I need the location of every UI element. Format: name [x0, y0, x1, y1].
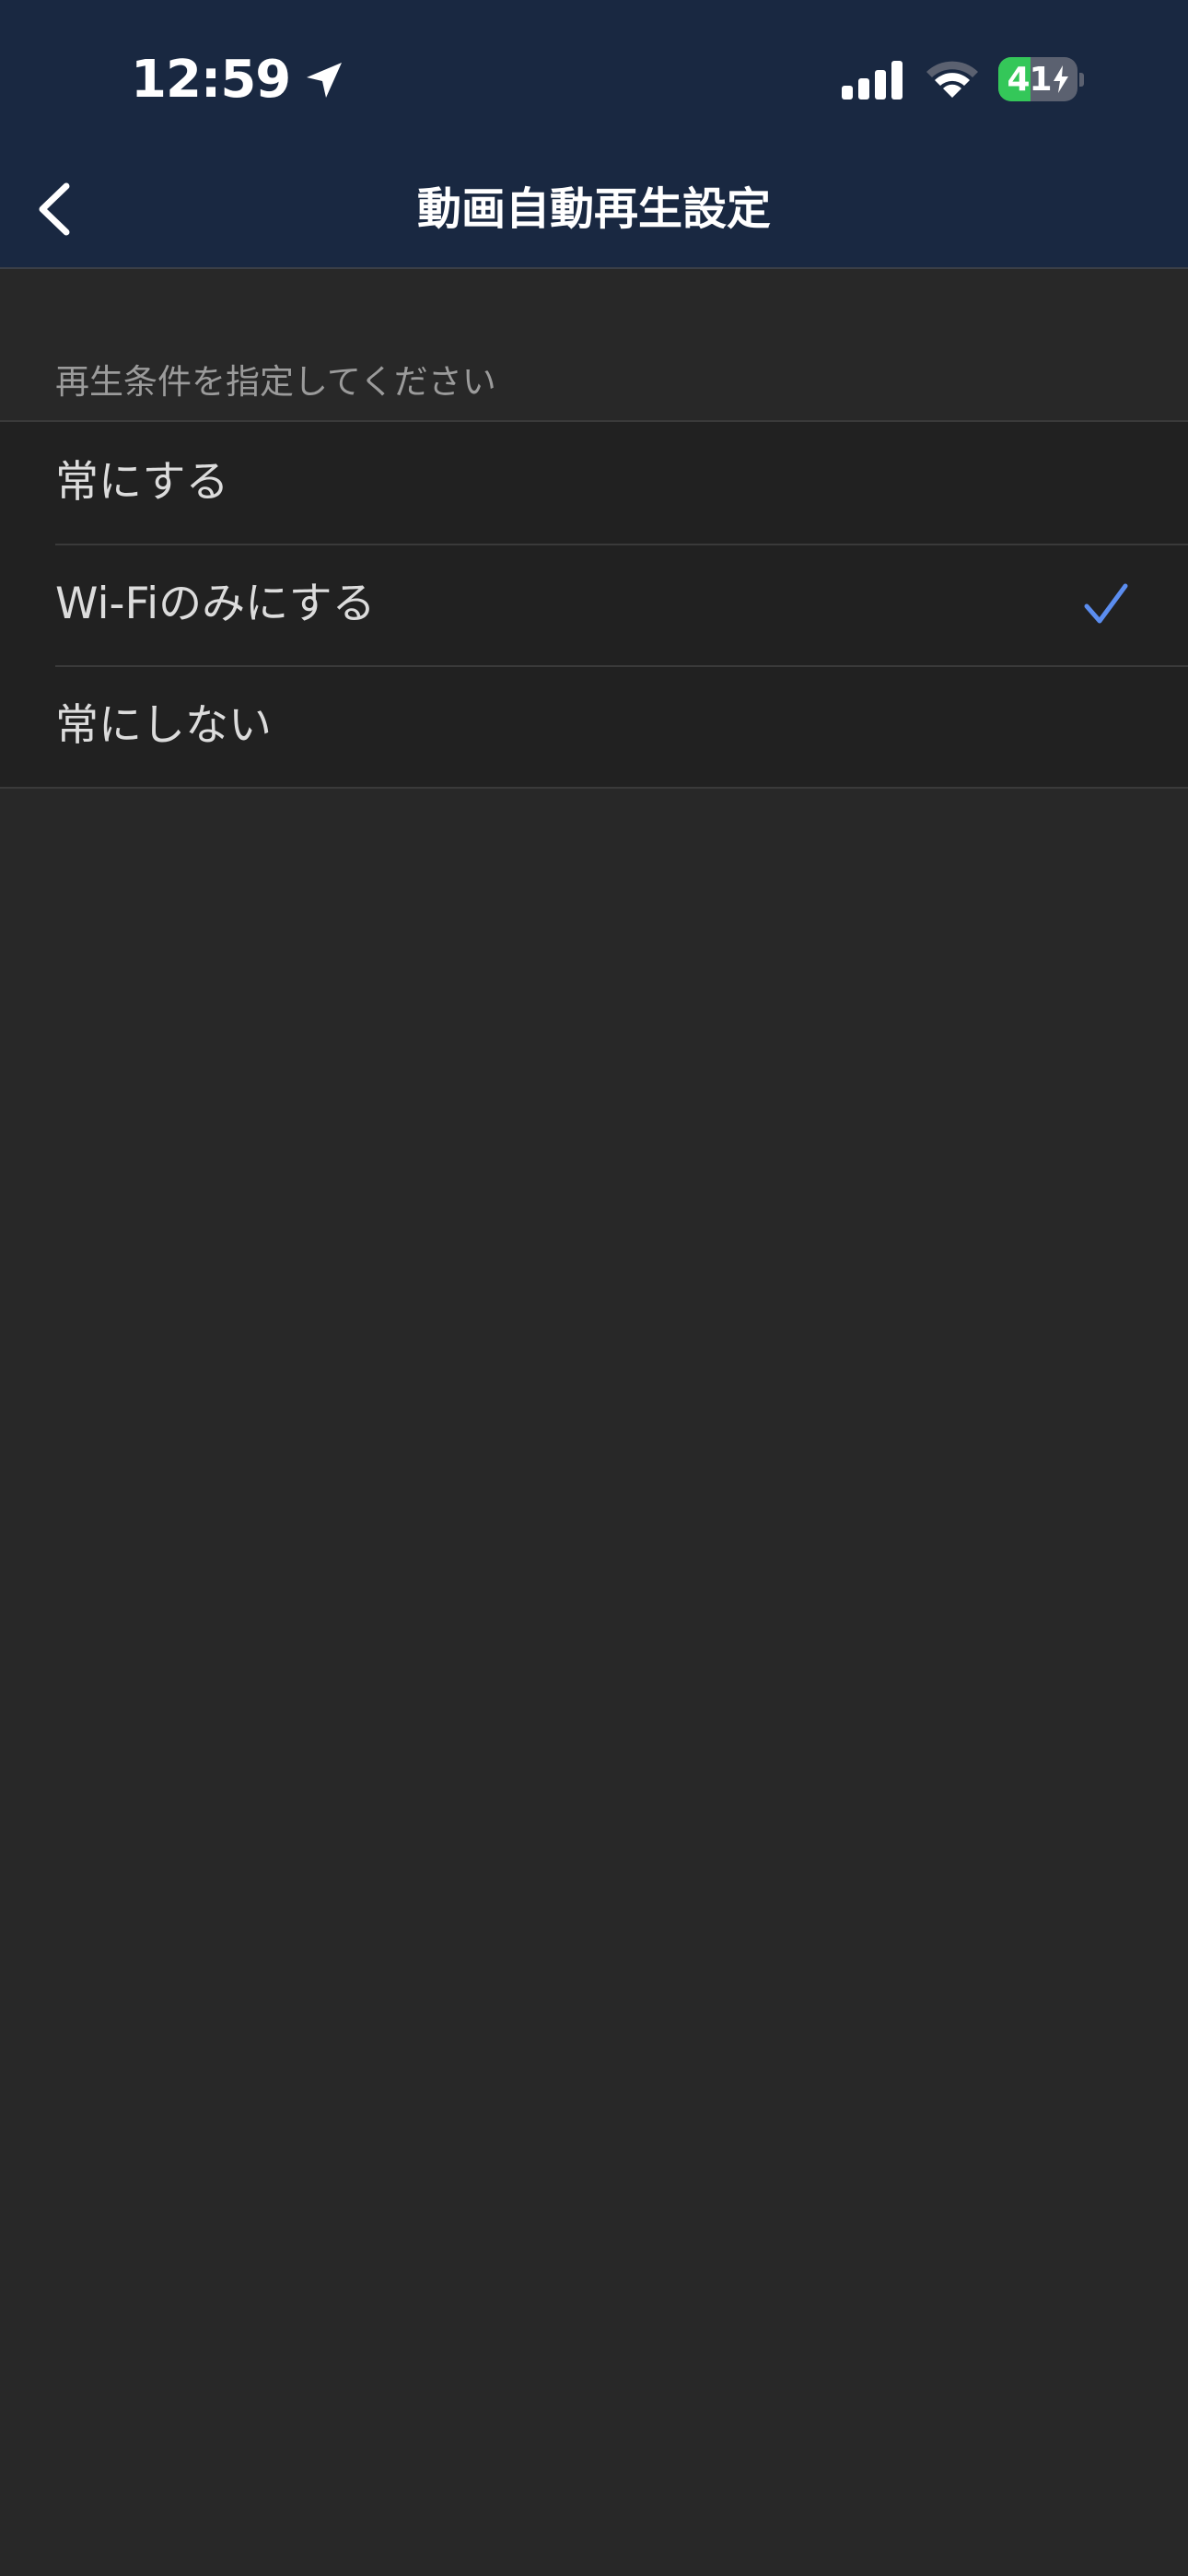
- wifi-icon: [926, 61, 978, 98]
- option-label: 常にしない: [55, 700, 272, 751]
- location-arrow-icon: [303, 59, 345, 101]
- battery-level: 41: [1007, 60, 1052, 99]
- status-time: 12:59: [131, 50, 291, 110]
- option-always[interactable]: 常にする: [0, 422, 1188, 544]
- section-header: 再生条件を指定してください: [55, 362, 496, 402]
- option-never[interactable]: 常にしない: [0, 665, 1188, 787]
- battery-cap: [1079, 73, 1084, 87]
- charging-bolt-icon: [1053, 65, 1068, 93]
- status-bar-left: 12:59: [131, 48, 345, 112]
- battery-body: 41: [998, 57, 1077, 101]
- option-label: Wi-Fiのみにする: [55, 579, 376, 629]
- autoplay-options-list: 常にする Wi-Fiのみにする 常にしない: [0, 420, 1188, 789]
- cellular-signal-icon: [842, 61, 903, 100]
- option-label: 常にする: [55, 457, 229, 508]
- option-wifi-only[interactable]: Wi-Fiのみにする: [0, 544, 1188, 665]
- chevron-left-icon: [39, 182, 70, 236]
- navigation-header: 12:59 41 動画自動再生設定: [0, 0, 1188, 269]
- checkmark-icon: [1084, 583, 1128, 624]
- page-title: 動画自動再生設定: [416, 183, 771, 235]
- back-button[interactable]: [18, 171, 88, 247]
- battery-indicator: 41: [998, 57, 1084, 101]
- screen: 12:59 41 動画自動再生設定 再生条件を指定してください 常にする Wi-…: [0, 0, 1188, 2576]
